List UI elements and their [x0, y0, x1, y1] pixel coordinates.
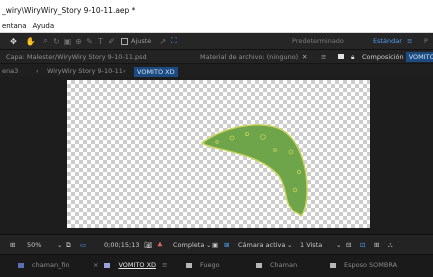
lock-icon[interactable]: 🔒︎ [351, 53, 354, 62]
timeline-tab-vomito-xd[interactable]: × VOMITO XD ≡ [93, 261, 168, 269]
viewer-controls: ⊞ 50% ⌄ ⧉ ▭ 0;00;15;13 📷︎ ♣ Completa ⌄ ▣… [0, 234, 433, 254]
text-tool-icon[interactable]: T [95, 37, 106, 46]
snap-frame-icon[interactable]: ⛶ [168, 36, 179, 46]
hand-tool-icon[interactable]: ✋ [25, 37, 36, 46]
tab-color-swatch [330, 262, 336, 268]
zoom-tool-icon[interactable]: ⌕ [40, 36, 51, 46]
window-title-bar: _wiry\WiryWiry_Story 9-10-11.aep * [0, 0, 433, 20]
camera-chevron-icon[interactable]: ⌄ [287, 241, 292, 249]
breadcrumb-story[interactable]: WiryWiry Story 9-10-11 [47, 67, 123, 75]
breadcrumb-vomito[interactable]: VOMITO XD [134, 67, 178, 77]
composition-swatch-icon [338, 53, 344, 61]
vomit-shape-graphic [200, 124, 308, 218]
region-of-interest-icon[interactable]: ▣ [212, 241, 218, 249]
selection-tool-icon[interactable]: ✥ [8, 37, 19, 46]
mask-visibility-icon[interactable]: ▭ [80, 241, 86, 249]
timeline-tab-chaman-fin[interactable]: chaman_fin [18, 261, 70, 269]
safe-area-icon[interactable]: ⧉ [66, 241, 71, 250]
vomit-shape [200, 124, 308, 218]
timeline-tab-bar: chaman_fin × VOMITO XD ≡ Fuego Chaman Es… [0, 254, 433, 277]
tab-menu-icon[interactable]: ≡ [162, 261, 167, 269]
panel-info-bar: Capa: Malester/WiryWiry Story 9-10-11.ps… [0, 50, 433, 64]
tab-color-swatch [186, 262, 192, 268]
snap-arrow-icon[interactable]: ↗ [157, 37, 168, 46]
panel-menu-icon[interactable]: ✕ [302, 53, 307, 61]
timeline-tab-fuego[interactable]: Fuego [186, 261, 220, 269]
pan-tool-icon[interactable]: ⊕ [73, 37, 84, 46]
chevron-left-icon[interactable]: ‹ [36, 67, 39, 75]
snap-toggle[interactable]: Ajuste [121, 37, 151, 45]
layer-info[interactable]: Capa: Malester/WiryWiry Story 9-10-11.ps… [6, 53, 147, 61]
tab-label: Esposo SOMBRA [344, 261, 398, 269]
timecode[interactable]: 0;00;15;13 [104, 241, 140, 249]
rotate-tool-icon[interactable]: ↻ [51, 37, 62, 46]
menu-bar: entana Ayuda [0, 20, 433, 33]
preview-toggle-icon[interactable]: ⊞ [10, 241, 15, 249]
tab-color-swatch [256, 262, 262, 268]
color-channel-icon[interactable]: ♣ [157, 241, 163, 249]
flowchart-icon[interactable]: ⛬ [388, 241, 393, 250]
tab-label: Chaman [270, 261, 298, 269]
tab-label: Fuego [200, 261, 220, 269]
pen-tool-icon[interactable]: ✎ [84, 37, 95, 46]
snap-label: Ajuste [131, 37, 152, 45]
tab-label: VOMITO XD [118, 261, 157, 269]
menu-item-ventana[interactable]: entana [2, 22, 27, 30]
tab-label: chaman_fin [32, 261, 70, 269]
pixel-aspect-icon[interactable]: ⊟ [346, 241, 351, 249]
timeline-icon[interactable]: ⊞ [374, 241, 379, 249]
workspace-predeterminado[interactable]: Predeterminado [292, 37, 344, 45]
workspace-menu-icon[interactable]: ≡ [407, 37, 412, 45]
transparency-grid-icon[interactable]: ⊠ [224, 241, 229, 249]
brush-tool-icon[interactable]: ✐ [106, 37, 117, 46]
workspace-estandar[interactable]: Estándar [373, 37, 402, 45]
camera-dropdown[interactable]: Cámara activa [238, 241, 285, 249]
composition-title[interactable]: Composición VOMITO XD [362, 52, 433, 62]
snapshot-icon[interactable]: 📷︎ [144, 241, 152, 249]
composition-breadcrumb: ena3 ‹ WiryWiry Story 9-10-11 ‹ VOMITO X… [0, 64, 433, 77]
window-title: _wiry\WiryWiry_Story 9-10-11.aep * [2, 5, 136, 15]
resolution-chevron-icon[interactable]: ⌄ [206, 241, 211, 249]
close-tab-icon[interactable]: × [93, 261, 98, 269]
composition-canvas[interactable] [67, 80, 370, 228]
menu-lines-icon[interactable]: ≡ [321, 53, 326, 61]
composition-viewer[interactable] [0, 77, 433, 234]
workspace-overflow[interactable]: P [424, 37, 428, 45]
composition-prefix: Composición [362, 53, 404, 61]
view-chevron-icon[interactable]: ⌄ [336, 241, 341, 249]
snap-checkbox[interactable] [121, 37, 128, 45]
tools-panel: ✥ ✋ ⌕ ↻ ▣ ⊕ ✎ T ✐ Ajuste ↗ ⛶ Predetermin… [0, 33, 433, 50]
fast-preview-icon[interactable]: ⊡ [360, 241, 365, 249]
timeline-tab-esposo-sombra[interactable]: Esposo SOMBRA [330, 261, 397, 269]
timeline-tab-chaman[interactable]: Chaman [256, 261, 297, 269]
view-layout-dropdown[interactable]: 1 Vista [300, 241, 322, 249]
breadcrumb-partial[interactable]: ena3 [2, 67, 18, 75]
tab-color-swatch [18, 262, 24, 268]
tab-color-swatch [104, 262, 111, 268]
footage-info[interactable]: Material de archivo: (ninguno) [200, 53, 298, 61]
resolution-dropdown[interactable]: Completa [173, 241, 204, 249]
composition-name: VOMITO XD [405, 52, 433, 62]
zoom-chevron-icon[interactable]: ⌄ [57, 241, 62, 249]
chevron-left-icon[interactable]: ‹ [123, 67, 126, 75]
zoom-dropdown[interactable]: 50% [27, 241, 41, 249]
camera-tool-icon[interactable]: ▣ [62, 37, 73, 46]
menu-item-ayuda[interactable]: Ayuda [33, 22, 55, 30]
